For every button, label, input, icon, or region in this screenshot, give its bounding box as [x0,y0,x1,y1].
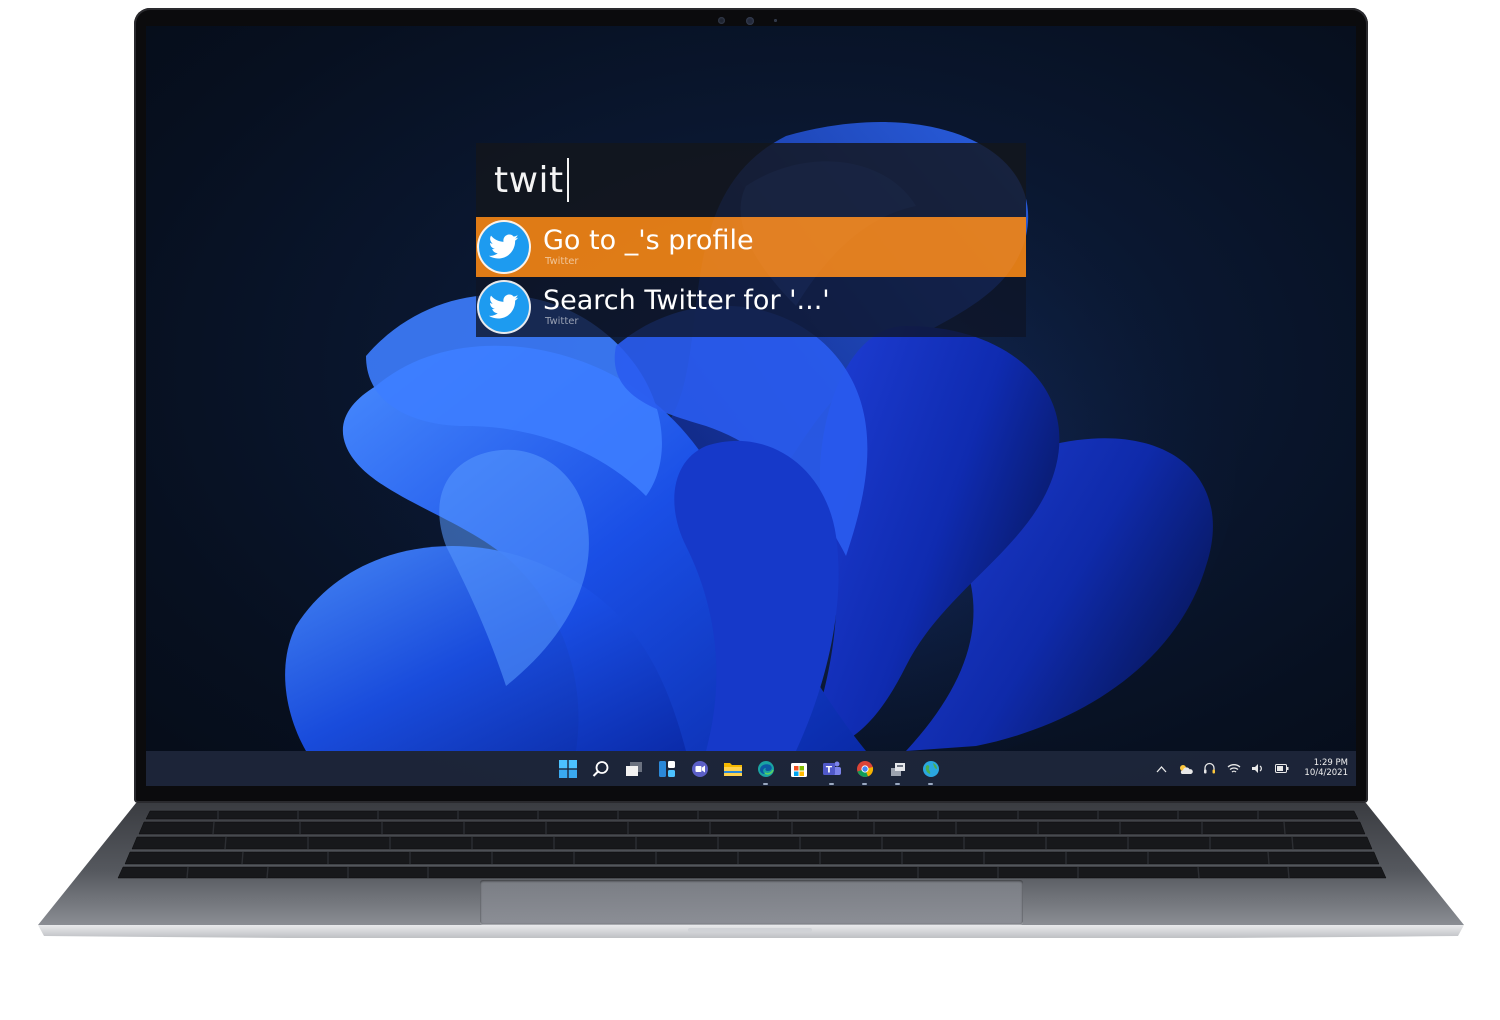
taskbar-clock[interactable]: 1:29 PM 10/4/2021 [1304,758,1348,779]
search-icon[interactable] [589,757,612,780]
webcam-led [774,19,777,22]
globe-app-icon[interactable] [919,757,942,785]
svg-text:T: T [825,765,832,775]
app-icon[interactable] [886,757,909,785]
laptop-base [38,803,1464,938]
teams-icon[interactable]: T [820,757,843,785]
folder-icon[interactable] [721,757,744,780]
text-caret [566,158,569,202]
headset-icon[interactable] [1202,761,1217,776]
taskbar-apps: T [556,751,942,786]
result-text-block: Search Twitter for '...' Twitter [543,287,830,327]
twitter-bird-icon [479,282,529,332]
result-subtitle: Twitter [545,316,579,327]
clock-date: 10/4/2021 [1304,767,1348,778]
launcher-result-go-to-profile[interactable]: Go to _'s profile Twitter [476,217,1026,277]
result-title: Search Twitter for '...' [543,285,830,316]
result-subtitle: Twitter [545,256,579,267]
chrome-icon[interactable] [853,757,876,785]
chevron-up-icon[interactable] [1154,761,1169,776]
launcher-window: twit Go to _'s profile Twitter Search Tw… [476,143,1026,337]
webcam-lens [746,17,754,25]
wifi-icon[interactable] [1226,761,1241,776]
system-tray: 1:29 PM 10/4/2021 [1154,751,1348,786]
battery-icon[interactable] [1274,761,1289,776]
keyboard [117,810,1387,879]
launcher-result-search-twitter[interactable]: Search Twitter for '...' Twitter [476,277,1026,337]
widgets-icon[interactable] [655,757,678,780]
launcher-search-box[interactable]: twit [476,143,1026,217]
weather-icon[interactable] [1178,761,1194,776]
desktop-wallpaper [285,122,1236,786]
launcher-query-text[interactable]: twit [494,160,564,201]
task-view-icon[interactable] [622,757,645,780]
edge-browser-icon[interactable] [754,757,777,785]
taskbar: T 1:29 PM 10/4/2021 [146,751,1356,786]
ir-sensor [718,17,725,24]
photo-stage: twit Go to _'s profile Twitter Search Tw… [0,0,1500,1020]
touchpad[interactable] [480,880,1023,924]
twitter-bird-icon [479,222,529,272]
webcam-bar [134,14,1368,26]
laptop-screen: twit Go to _'s profile Twitter Search Tw… [146,26,1356,786]
result-title: Go to _'s profile [543,225,754,256]
result-text-block: Go to _'s profile Twitter [543,227,754,267]
chat-icon[interactable] [688,757,711,780]
volume-icon[interactable] [1250,761,1265,776]
windows-start-icon[interactable] [556,757,579,780]
store-icon[interactable] [787,757,810,780]
